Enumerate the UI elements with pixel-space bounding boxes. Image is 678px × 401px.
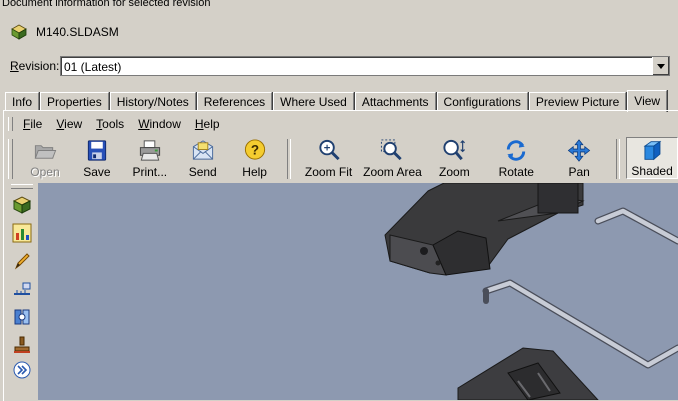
sidebar-assembly-button[interactable] [10, 193, 34, 217]
menu-window[interactable]: Window [138, 117, 181, 131]
sidebar-measure-button[interactable] [10, 277, 34, 301]
model-viewport-canvas[interactable] [38, 183, 678, 400]
toolbar: Open Save Print... Send ? Help Zoom Fit … [8, 137, 678, 181]
send-button[interactable]: Send [177, 137, 229, 179]
zoom-area-icon [381, 139, 403, 161]
menu-view[interactable]: View [56, 117, 82, 131]
document-row: M140.SLDASM [10, 22, 119, 42]
save-button[interactable]: Save [71, 137, 123, 179]
revision-label: Revision: [10, 59, 60, 73]
tab-properties[interactable]: Properties [40, 92, 109, 111]
tab-configurations[interactable]: Configurations [436, 92, 528, 111]
revision-select[interactable]: 01 (Latest) [60, 56, 670, 76]
help-icon: ? [244, 139, 265, 160]
help-button[interactable]: ? Help [229, 137, 281, 179]
rotate-icon [507, 140, 526, 161]
zoom-fit-button[interactable]: Zoom Fit [297, 137, 361, 179]
chevron-down-icon [657, 63, 665, 69]
sidebar-expand-button[interactable] [13, 361, 31, 379]
print-button[interactable]: Print... [123, 137, 177, 179]
assembly-icon [12, 196, 32, 214]
sidebar-section-button[interactable] [10, 305, 34, 329]
floppy-disk-icon [87, 140, 107, 161]
viewport-background [38, 183, 678, 400]
section-view-icon [14, 309, 30, 325]
zoom-fit-icon [318, 139, 340, 161]
shaded-button[interactable]: Shaded [626, 137, 678, 179]
tab-info[interactable]: Info [5, 92, 40, 111]
pan-button[interactable]: Pan [548, 137, 610, 179]
measure-icon [14, 282, 31, 295]
zoom-area-button[interactable]: Zoom Area [361, 137, 425, 179]
assembly-icon [11, 24, 27, 40]
svg-text:?: ? [251, 142, 259, 157]
zoom-icon [443, 139, 466, 161]
group-title: Document information for selected revisi… [2, 0, 211, 9]
rotate-button[interactable]: Rotate [484, 137, 548, 179]
revision-value: 01 (Latest) [64, 60, 122, 74]
sidebar-chart-button[interactable] [10, 221, 34, 245]
document-filename: M140.SLDASM [36, 25, 119, 39]
stamp-icon [14, 336, 30, 353]
menu-help[interactable]: Help [195, 117, 220, 131]
printer-icon [139, 140, 160, 161]
toolbar-grip[interactable] [8, 139, 13, 179]
menu-file[interactable]: File [23, 117, 42, 131]
tab-history-notes[interactable]: History/Notes [109, 92, 196, 111]
folder-open-icon [34, 145, 57, 159]
menu-bar: File View Tools Window Help [8, 114, 234, 134]
toolbar-separator [616, 139, 621, 179]
tab-bar: Info Properties History/Notes References… [5, 89, 668, 112]
chart-icon [12, 223, 32, 243]
sidebar-pencil-button[interactable] [10, 249, 34, 273]
tab-where-used[interactable]: Where Used [273, 92, 354, 111]
tab-view[interactable]: View [627, 90, 668, 112]
side-toolbar-grip[interactable] [11, 184, 33, 189]
revision-dropdown-button[interactable] [652, 57, 669, 75]
model-viewport[interactable] [38, 183, 678, 400]
pan-icon [567, 139, 591, 162]
chevron-double-right-icon [13, 361, 31, 379]
sidebar-stamp-button[interactable] [10, 333, 34, 357]
pencil-icon [14, 253, 30, 270]
toolbar-separator [286, 139, 291, 179]
menu-grip[interactable] [8, 117, 13, 131]
tab-preview-picture[interactable]: Preview Picture [528, 92, 627, 111]
tab-attachments[interactable]: Attachments [354, 92, 436, 111]
open-button[interactable]: Open [19, 137, 71, 179]
shaded-cube-icon [643, 140, 662, 161]
menu-tools[interactable]: Tools [96, 117, 124, 131]
zoom-button[interactable]: Zoom [424, 137, 484, 179]
tab-references[interactable]: References [196, 92, 273, 111]
envelope-icon [192, 140, 213, 160]
side-toolbar [8, 182, 36, 400]
